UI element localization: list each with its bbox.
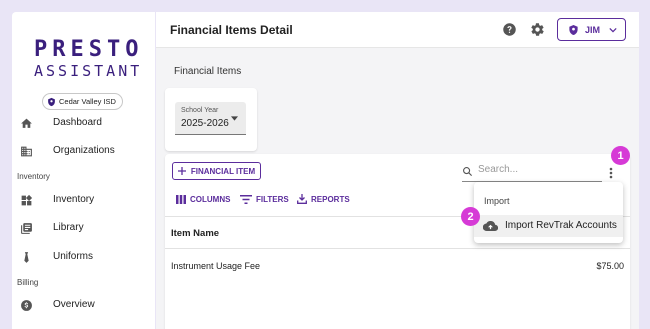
download-icon bbox=[297, 194, 307, 204]
logo-presto: PRESTO bbox=[34, 37, 144, 62]
import-revtrak-label: Import RevTrak Accounts bbox=[505, 220, 617, 231]
main-content: Financial Items Detail JIM Financial Ite… bbox=[156, 12, 639, 329]
user-menu-button[interactable]: JIM bbox=[557, 18, 626, 41]
columns-icon bbox=[176, 194, 186, 204]
cloud-upload-icon bbox=[483, 220, 498, 232]
sidebar-item-library[interactable]: Library bbox=[12, 217, 155, 239]
step-badge-1: 1 bbox=[611, 146, 630, 165]
filters-button[interactable]: FILTERS bbox=[240, 192, 289, 206]
sidebar-item-label: Inventory bbox=[53, 194, 95, 205]
search-icon bbox=[463, 167, 473, 177]
building-icon bbox=[21, 146, 32, 157]
shield-icon bbox=[48, 97, 55, 106]
tie-icon bbox=[24, 252, 29, 263]
column-header-item-name[interactable]: Item Name bbox=[171, 228, 219, 239]
add-financial-item-label: FINANCIAL ITEM bbox=[190, 166, 256, 176]
help-icon[interactable] bbox=[502, 22, 517, 37]
columns-button[interactable]: COLUMNS bbox=[176, 192, 230, 206]
sidebar-item-overview[interactable]: Overview bbox=[12, 294, 155, 316]
user-name: JIM bbox=[585, 24, 601, 35]
step-badge-2: 2 bbox=[461, 207, 480, 226]
shield-icon bbox=[569, 24, 578, 35]
import-revtrak-menu-item[interactable]: Import RevTrak Accounts bbox=[474, 215, 623, 237]
sidebar-item-label: Dashboard bbox=[53, 117, 102, 128]
more-vert-icon[interactable] bbox=[609, 167, 613, 179]
filters-label: FILTERS bbox=[256, 194, 289, 204]
filter-icon bbox=[240, 194, 252, 204]
home-icon bbox=[21, 118, 32, 128]
sidebar-item-label: Uniforms bbox=[53, 251, 94, 262]
school-year-card: School Year 2025-2026 bbox=[165, 88, 257, 151]
columns-label: COLUMNS bbox=[190, 194, 231, 204]
chevron-down-icon bbox=[609, 27, 617, 32]
section-title: Financial Items bbox=[174, 66, 242, 77]
sidebar-item-label: Library bbox=[53, 222, 84, 233]
organization-chip[interactable]: Cedar Valley ISD bbox=[42, 93, 123, 110]
item-name-cell: Instrument Usage Fee bbox=[171, 261, 261, 271]
sidebar: PRESTO ASSISTANT Cedar Valley ISD Dashbo… bbox=[12, 12, 155, 329]
add-financial-item-button[interactable]: FINANCIAL ITEM bbox=[172, 162, 261, 180]
sidebar-item-label: Overview bbox=[53, 299, 95, 310]
library-icon bbox=[21, 223, 32, 234]
dropdown-caret-icon bbox=[231, 116, 238, 121]
gear-icon[interactable] bbox=[530, 22, 545, 37]
sidebar-section-billing: Billing bbox=[17, 278, 39, 287]
page-title: Financial Items Detail bbox=[170, 23, 293, 37]
organization-name: Cedar Valley ISD bbox=[59, 97, 116, 106]
menu-section-header: Import bbox=[484, 196, 510, 206]
sidebar-item-dashboard[interactable]: Dashboard bbox=[12, 112, 155, 134]
school-year-label: School Year bbox=[181, 107, 219, 114]
widgets-icon bbox=[21, 194, 33, 206]
sidebar-item-organizations[interactable]: Organizations bbox=[12, 140, 155, 162]
school-year-value: 2025-2026 bbox=[181, 118, 229, 129]
header-bar: Financial Items Detail JIM bbox=[156, 12, 639, 48]
school-year-select[interactable]: School Year 2025-2026 bbox=[175, 102, 246, 135]
sidebar-item-uniforms[interactable]: Uniforms bbox=[12, 246, 155, 268]
search-field[interactable] bbox=[462, 162, 602, 182]
reports-label: REPORTS bbox=[311, 194, 350, 204]
sidebar-section-inventory: Inventory bbox=[17, 172, 50, 181]
reports-button[interactable]: REPORTS bbox=[297, 192, 350, 206]
item-amount-cell: $75.00 bbox=[596, 261, 624, 271]
dollar-icon bbox=[21, 300, 32, 311]
table-row[interactable]: Instrument Usage Fee $75.00 bbox=[165, 250, 630, 282]
sidebar-item-label: Organizations bbox=[53, 145, 115, 156]
logo-assistant: ASSISTANT bbox=[34, 62, 143, 80]
sidebar-item-inventory[interactable]: Inventory bbox=[12, 189, 155, 211]
actions-menu: Import Import RevTrak Accounts bbox=[474, 182, 623, 243]
plus-icon bbox=[177, 167, 186, 175]
search-input[interactable] bbox=[478, 164, 596, 175]
